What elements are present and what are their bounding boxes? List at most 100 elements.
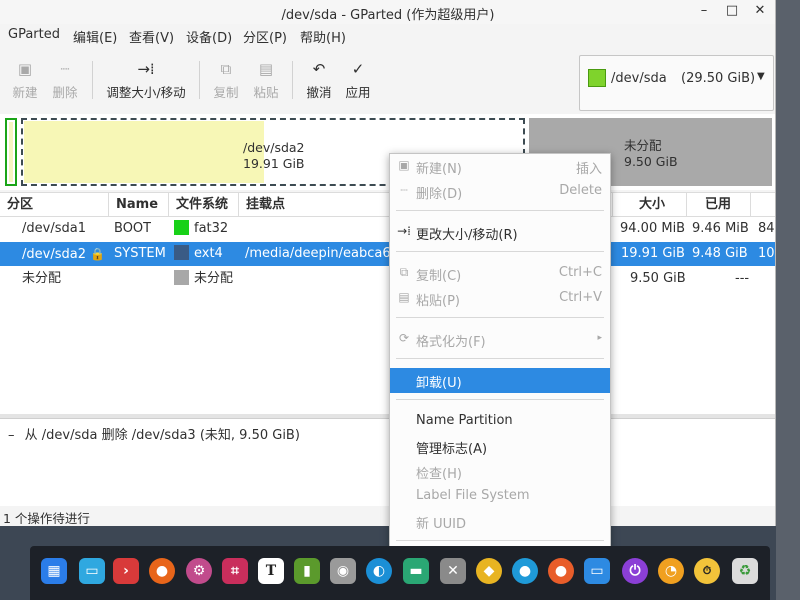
paste-icon: ▤ bbox=[398, 290, 410, 304]
ctx-check[interactable]: 检查(H) bbox=[390, 459, 610, 484]
device-selector[interactable]: /dev/sda (29.50 GiB) ▼ bbox=[579, 55, 774, 111]
resize-arrow-icon: →⁞ bbox=[397, 224, 411, 238]
undo-icon: ↶ bbox=[312, 60, 326, 78]
disk-utility-icon[interactable]: ◉ bbox=[330, 558, 356, 584]
disk-segment-sda1[interactable] bbox=[5, 118, 17, 186]
checkmark-icon: ✓ bbox=[351, 60, 365, 78]
menu-gparted[interactable]: GParted bbox=[8, 27, 60, 42]
lock-icon: 🔒 bbox=[89, 247, 105, 261]
table-row[interactable]: /dev/sda1 BOOT fat32 94.00 MiB 9.46 MiB … bbox=[0, 217, 775, 241]
ctx-new-uuid[interactable]: 新 UUID bbox=[390, 509, 610, 534]
apply-button[interactable]: ✓ 应用 bbox=[342, 59, 374, 101]
used-cell: 9.46 MiB bbox=[692, 221, 749, 236]
app-icon-gray[interactable]: ✕ bbox=[440, 558, 466, 584]
undo-label: 撤消 bbox=[306, 85, 332, 100]
ctx-label-fs[interactable]: Label File System bbox=[390, 484, 610, 509]
undo-button[interactable]: ↶ 撤消 bbox=[303, 59, 335, 101]
segment-label: 未分配 9.50 GiB bbox=[624, 138, 678, 170]
clock-icon[interactable]: ◔ bbox=[658, 558, 684, 584]
menu-view[interactable]: 查看(V) bbox=[129, 27, 174, 46]
ctx-copy[interactable]: ⧉ 复制(C) Ctrl+C bbox=[390, 261, 610, 286]
ctx-delete[interactable]: ┈ 删除(D) Delete bbox=[390, 179, 610, 204]
table-row[interactable]: 未分配 未分配 9.50 GiB --- bbox=[0, 267, 775, 291]
partition-table: 分区 Name 文件系统 挂载点 大小 已用 /dev/sda1 BOOT fa… bbox=[0, 192, 775, 414]
copy-icon: ⧉ bbox=[399, 265, 409, 279]
table-row[interactable]: /dev/sda2 🔒 SYSTEM ext4 /media/deepin/eab… bbox=[0, 242, 775, 266]
terminal-icon[interactable]: › bbox=[113, 558, 139, 584]
app-icon-green[interactable]: ▬ bbox=[403, 558, 429, 584]
minimize-button[interactable]: – bbox=[697, 4, 711, 18]
column-header-filesystem[interactable]: 文件系统 bbox=[169, 193, 239, 217]
column-header-partition[interactable]: 分区 bbox=[0, 193, 109, 217]
menu-partition[interactable]: 分区(P) bbox=[243, 27, 287, 46]
deepin-store-icon[interactable]: ◐ bbox=[366, 558, 392, 584]
fs-color-swatch bbox=[174, 220, 189, 235]
resize-move-button[interactable]: →⁞ 调整大小/移动 bbox=[104, 59, 188, 101]
menu-separator bbox=[396, 399, 604, 400]
new-button[interactable]: ▣ 新建 bbox=[8, 59, 42, 101]
menu-edit[interactable]: 编辑(E) bbox=[73, 27, 117, 46]
filesystem-cell: 未分配 bbox=[174, 267, 233, 291]
ctx-paste[interactable]: ▤ 粘贴(P) Ctrl+V bbox=[390, 286, 610, 311]
menu-help[interactable]: 帮助(H) bbox=[300, 27, 346, 46]
ctx-delete-label: 删除(D) bbox=[416, 187, 463, 202]
calendar-clock-icon[interactable]: ⏱ bbox=[694, 558, 720, 584]
used-cell: --- bbox=[735, 271, 750, 286]
segment-name: /dev/sda2 bbox=[243, 140, 305, 155]
app-icon-orange[interactable]: ● bbox=[548, 558, 574, 584]
file-manager-icon[interactable]: ▭ bbox=[79, 558, 105, 584]
segment-label: /dev/sda2 19.91 GiB bbox=[243, 140, 305, 172]
ctx-new-uuid-label: 新 UUID bbox=[416, 517, 467, 532]
launcher-icon[interactable]: ▦ bbox=[41, 558, 67, 584]
filesystem-cell: ext4 bbox=[174, 242, 223, 266]
mountpoint-cell: /media/deepin/eabca6 bbox=[245, 246, 389, 261]
ctx-label-fs-label: Label File System bbox=[416, 488, 530, 503]
column-header-used[interactable]: 已用 bbox=[687, 193, 751, 217]
power-icon[interactable]: ⏻ bbox=[622, 558, 648, 584]
format-icon: ⟳ bbox=[398, 331, 410, 345]
toolbar-separator bbox=[292, 61, 293, 99]
ctx-format-as[interactable]: ⟳ 格式化为(F) ▸ bbox=[390, 327, 610, 352]
ctx-manage-flags[interactable]: 管理标志(A) bbox=[390, 434, 610, 459]
pending-operations-list: – 从 /dev/sda 删除 /dev/sda3 (未知, 9.50 GiB) bbox=[0, 418, 775, 506]
operation-item[interactable]: – 从 /dev/sda 删除 /dev/sda3 (未知, 9.50 GiB) bbox=[8, 424, 300, 443]
toolbar-separator bbox=[92, 61, 93, 99]
column-header-size[interactable]: 大小 bbox=[613, 193, 687, 217]
new-partition-icon: ▣ bbox=[17, 60, 33, 78]
screenshot-icon[interactable]: ⌗ bbox=[222, 558, 248, 584]
maximize-button[interactable]: □ bbox=[725, 4, 739, 18]
status-bar: 1 个操作待进行 bbox=[0, 506, 775, 526]
copy-button[interactable]: ⧉ 复制 bbox=[210, 59, 242, 101]
menu-separator bbox=[396, 358, 604, 359]
operation-label: 从 /dev/sda 删除 /dev/sda3 (未知, 9.50 GiB) bbox=[24, 428, 300, 443]
app-icon-blue[interactable]: ● bbox=[512, 558, 538, 584]
app-icon-yellow[interactable]: ◆ bbox=[476, 558, 502, 584]
apply-label: 应用 bbox=[345, 85, 371, 100]
column-header-unused[interactable] bbox=[751, 193, 775, 217]
ctx-paste-label: 粘贴(P) bbox=[416, 294, 460, 309]
ctx-unmount-label: 卸载(U) bbox=[416, 376, 462, 391]
firefox-icon[interactable]: ● bbox=[149, 558, 175, 584]
menu-bar: GParted 编辑(E) 查看(V) 设备(D) 分区(P) 帮助(H) bbox=[0, 24, 775, 46]
used-space-bar bbox=[9, 122, 13, 182]
column-header-name[interactable]: Name bbox=[109, 193, 169, 217]
partition-context-menu: ▣ 新建(N) 插入 ┈ 删除(D) Delete →⁞ 更改大小/移动(R) … bbox=[389, 153, 611, 575]
ctx-resize-move[interactable]: →⁞ 更改大小/移动(R) bbox=[390, 220, 610, 245]
close-button[interactable]: ✕ bbox=[753, 4, 767, 18]
ctx-unmount[interactable]: 卸载(U) bbox=[390, 368, 610, 393]
filesystem-label: ext4 bbox=[194, 246, 223, 261]
device-size: (29.50 GiB) bbox=[681, 71, 756, 86]
text-editor-icon[interactable]: T bbox=[258, 558, 284, 584]
settings-icon[interactable]: ⚙ bbox=[186, 558, 212, 584]
desktop-background bbox=[776, 0, 800, 600]
archive-manager-icon[interactable]: ▮ bbox=[294, 558, 320, 584]
size-cell: 9.50 GiB bbox=[630, 271, 686, 286]
delete-button[interactable]: ┈ 删除 bbox=[48, 59, 82, 101]
ctx-name-partition[interactable]: Name Partition bbox=[390, 409, 610, 434]
menu-device[interactable]: 设备(D) bbox=[186, 27, 232, 46]
trash-icon[interactable]: ♻ bbox=[732, 558, 758, 584]
app-icon-monitor[interactable]: ▭ bbox=[584, 558, 610, 584]
title-bar[interactable]: /dev/sda - GParted (作为超级用户) – □ ✕ bbox=[0, 0, 775, 24]
ctx-new[interactable]: ▣ 新建(N) 插入 bbox=[390, 154, 610, 179]
paste-button[interactable]: ▤ 粘贴 bbox=[250, 59, 282, 101]
